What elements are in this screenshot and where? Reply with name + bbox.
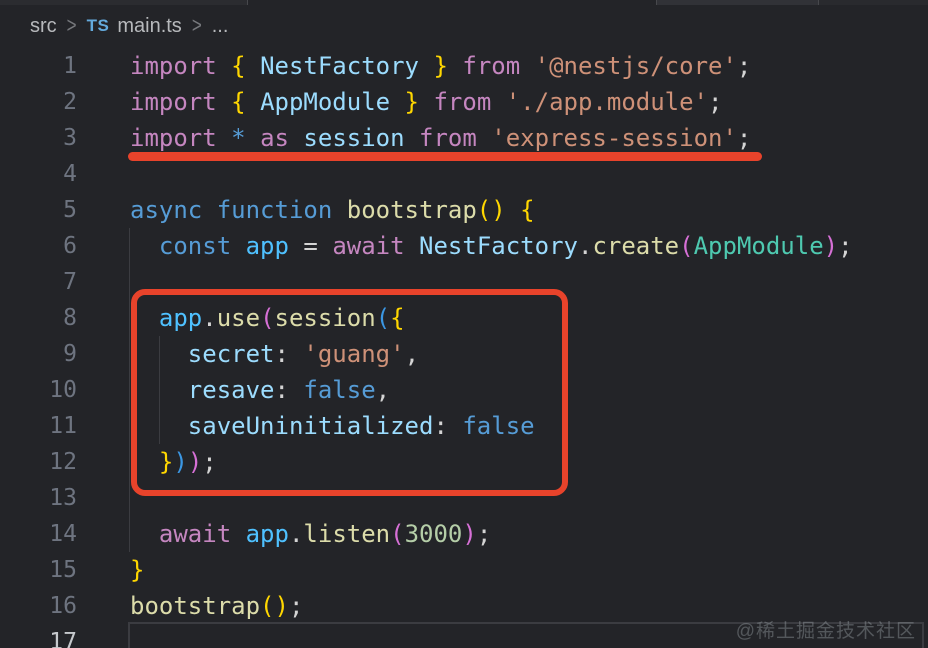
code-token: (: [390, 520, 404, 548]
code-token: from: [405, 124, 492, 152]
code-line-row: 5 async function bootstrap() {: [0, 192, 928, 228]
code-token: app: [246, 232, 289, 260]
code-token: await: [332, 232, 419, 260]
code-token: .: [289, 520, 303, 548]
code-line[interactable]: async function bootstrap() {: [130, 192, 535, 228]
code-token: ): [824, 232, 838, 260]
red-underline-annotation: [128, 152, 762, 161]
code-token: (): [260, 592, 289, 620]
code-token: from: [419, 88, 506, 116]
code-token: app: [246, 520, 289, 548]
code-token: [130, 232, 159, 260]
code-line-row: 4: [0, 156, 928, 192]
code-token: ;: [289, 592, 303, 620]
watermark: @稀土掘金技术社区: [736, 616, 916, 643]
red-box-annotation: [131, 289, 568, 496]
code-line[interactable]: bootstrap();: [130, 588, 303, 624]
line-number[interactable]: 3: [0, 120, 77, 156]
chevron-right-icon: >: [67, 13, 77, 39]
line-number[interactable]: 8: [0, 300, 77, 336]
code-token: create: [592, 232, 679, 260]
code-line-row: 3 import * as session from 'express-sessi…: [0, 120, 928, 156]
code-token: bootstrap: [130, 592, 260, 620]
code-token: import: [130, 88, 231, 116]
code-token: import: [130, 124, 231, 152]
code-token: .: [578, 232, 592, 260]
code-token: 3000: [405, 520, 463, 548]
code-line-row: 1 import { NestFactory } from '@nestjs/co…: [0, 48, 928, 84]
code-line[interactable]: import { AppModule } from './app.module'…: [130, 84, 722, 120]
code-token: ;: [737, 124, 751, 152]
code-token: '@nestjs/core': [535, 52, 737, 80]
code-line-row: 15}: [0, 552, 928, 588]
line-number[interactable]: 15: [0, 552, 77, 588]
code-token: }: [419, 52, 448, 80]
indent-guide: [129, 228, 130, 552]
code-token: ;: [708, 88, 722, 116]
code-token: import: [130, 52, 231, 80]
code-token: './app.module': [506, 88, 708, 116]
code-line[interactable]: const app = await NestFactory.create(App…: [130, 228, 853, 264]
line-number[interactable]: 7: [0, 264, 77, 300]
code-token: ;: [477, 520, 491, 548]
code-token: *: [231, 124, 260, 152]
code-token: }: [390, 88, 419, 116]
line-number[interactable]: 1: [0, 48, 77, 84]
code-token: async function: [130, 196, 347, 224]
code-token: ): [462, 520, 476, 548]
code-token: from: [448, 52, 535, 80]
code-token: ;: [737, 52, 751, 80]
code-token: ;: [838, 232, 852, 260]
breadcrumb: src > TS main.ts > ...: [0, 5, 928, 47]
code-token: listen: [303, 520, 390, 548]
code-line[interactable]: }: [130, 552, 144, 588]
code-line[interactable]: import { NestFactory } from '@nestjs/cor…: [130, 48, 751, 84]
code-token: await: [159, 520, 246, 548]
code-line-row: 6 const app = await NestFactory.create(A…: [0, 228, 928, 264]
line-number[interactable]: 4: [0, 156, 77, 192]
code-token: [130, 520, 159, 548]
code-token: session: [303, 124, 404, 152]
code-token: NestFactory: [260, 52, 419, 80]
chevron-right-icon: >: [192, 13, 202, 39]
typescript-file-icon: TS: [87, 16, 110, 36]
code-line-row: 2 import { AppModule } from './app.module…: [0, 84, 928, 120]
line-number[interactable]: 16: [0, 588, 77, 624]
line-number[interactable]: 9: [0, 336, 77, 372]
code-token: 'express-session': [491, 124, 737, 152]
code-line[interactable]: await app.listen(3000);: [130, 516, 491, 552]
breadcrumb-file[interactable]: main.ts: [117, 15, 181, 38]
code-token: =: [289, 232, 332, 260]
code-token: AppModule: [260, 88, 390, 116]
code-token: as: [260, 124, 303, 152]
line-number[interactable]: 10: [0, 372, 77, 408]
code-token: const: [159, 232, 246, 260]
code-token: (: [679, 232, 693, 260]
code-token: bootstrap: [347, 196, 477, 224]
line-number[interactable]: 12: [0, 444, 77, 480]
line-number[interactable]: 11: [0, 408, 77, 444]
breadcrumb-more[interactable]: ...: [212, 15, 229, 38]
line-number[interactable]: 6: [0, 228, 77, 264]
code-line[interactable]: import * as session from 'express-sessio…: [130, 120, 751, 156]
line-number[interactable]: 2: [0, 84, 77, 120]
code-token: {: [231, 52, 260, 80]
code-token: AppModule: [694, 232, 824, 260]
breadcrumb-folder[interactable]: src: [30, 15, 57, 38]
code-token: () {: [477, 196, 535, 224]
code-token: NestFactory: [419, 232, 578, 260]
vscode-editor-window: src > TS main.ts > ... 1 import { NestFac…: [0, 0, 928, 648]
line-number[interactable]: 5: [0, 192, 77, 228]
code-token: }: [130, 556, 144, 584]
code-line-row: 14 await app.listen(3000);: [0, 516, 928, 552]
code-token: {: [231, 88, 260, 116]
line-number[interactable]: 17: [0, 624, 77, 648]
line-number[interactable]: 14: [0, 516, 77, 552]
line-number[interactable]: 13: [0, 480, 77, 516]
